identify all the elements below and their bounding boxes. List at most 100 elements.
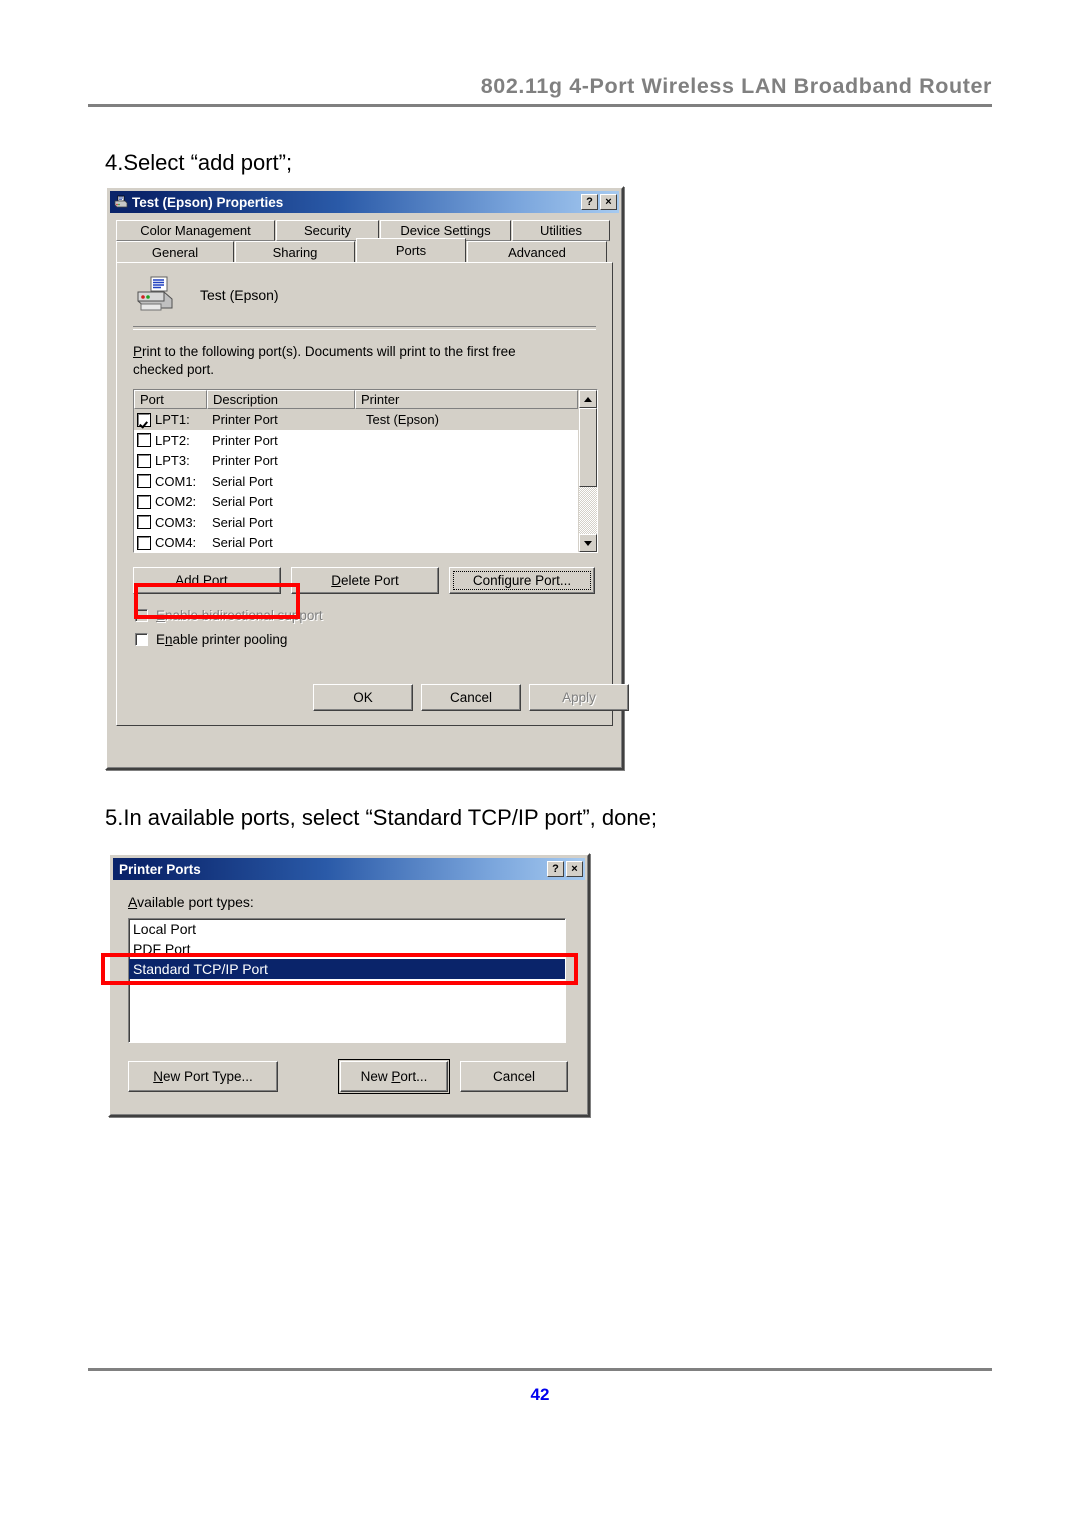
column-header-printer[interactable]: Printer [355, 390, 578, 410]
cell-description: Printer Port [212, 412, 278, 428]
available-port-types-list[interactable]: Local Port PDF Port Standard TCP/IP Port [128, 918, 566, 1043]
apply-button: Apply [529, 684, 629, 711]
table-row[interactable]: COM1: Serial Port [134, 471, 578, 492]
enable-printer-pooling-checkbox[interactable] [135, 633, 148, 646]
list-item[interactable]: Standard TCP/IP Port [129, 959, 565, 979]
enable-bidirectional-support-checkbox-row[interactable]: Enable bidirectional support [135, 608, 612, 623]
tab-general[interactable]: General [116, 241, 234, 262]
pooling-label-post: able printer pooling [172, 632, 288, 647]
pooling-label-pre: E [156, 632, 166, 647]
table-row[interactable]: LPT3: Printer Port [134, 450, 578, 471]
table-row[interactable]: COM3: Serial Port [134, 512, 578, 533]
delete-port-label: elete Port [340, 573, 399, 588]
port-type-label: PDF Port [133, 941, 191, 957]
port-checkbox[interactable] [137, 412, 151, 427]
ok-button[interactable]: OK [313, 684, 413, 711]
tab-label: Device Settings [400, 223, 491, 238]
table-row[interactable]: LPT2: Printer Port [134, 430, 578, 451]
port-type-label: Standard TCP/IP Port [133, 961, 268, 977]
new-port-type-button[interactable]: New Port Type... [128, 1061, 278, 1092]
tab-label: Advanced [508, 244, 566, 260]
column-header-description[interactable]: Description [207, 390, 355, 410]
port-checkbox[interactable] [137, 494, 151, 509]
ports-listview[interactable]: Port Description Printer LPT1: Printer P… [133, 389, 598, 554]
enable-bidirectional-support-checkbox[interactable] [135, 609, 148, 622]
scrollbar-track[interactable] [579, 408, 597, 535]
ports-scrollbar[interactable] [578, 390, 597, 553]
properties-titlebar: Test (Epson) Properties ? × [110, 191, 619, 213]
tab-label: General [151, 244, 199, 260]
configure-port-button[interactable]: Configure Port... [449, 567, 595, 594]
help-button[interactable]: ? [581, 194, 598, 210]
scroll-up-icon[interactable] [579, 390, 597, 409]
port-checkbox[interactable] [137, 474, 151, 489]
pooling-accel: n [165, 632, 173, 647]
cell-port: LPT1: [155, 412, 190, 428]
bidi-label: nable bidirectional support [165, 608, 323, 623]
tab-ports[interactable]: Ports [356, 238, 466, 262]
help-button[interactable]: ? [547, 861, 564, 877]
cancel-button[interactable]: Cancel [421, 684, 521, 711]
properties-title-text: Test (Epson) Properties [132, 194, 284, 210]
scrollbar-thumb[interactable] [579, 408, 597, 487]
printer-ports-buttons: New Port Type... New Port... Cancel [128, 1059, 568, 1094]
tab-utilities[interactable]: Utilities [512, 220, 610, 241]
ports-listview-header: Port Description Printer [134, 390, 578, 410]
table-row[interactable]: LPT1: Printer Port Test (Epson) [134, 409, 578, 430]
new-port-label-post: ort... [400, 1069, 428, 1084]
available-ports-accel: A [128, 894, 138, 910]
add-port-label-pre: Add Por [175, 573, 224, 588]
tab-label: Utilities [540, 223, 582, 238]
footer-divider [88, 1368, 992, 1371]
port-checkbox[interactable] [137, 515, 151, 530]
close-icon[interactable]: × [600, 194, 617, 210]
printer-identity-row: Test (Epson) [117, 263, 612, 314]
add-port-label-post: ... [227, 573, 239, 588]
properties-tabstrip: Color Management Security Device Setting… [116, 220, 613, 262]
new-port-label-pre: New [360, 1069, 392, 1084]
new-port-button[interactable]: New Port... [338, 1059, 450, 1094]
cell-description: Serial Port [212, 535, 273, 551]
printer-icon [134, 276, 178, 314]
tab-color-management[interactable]: Color Management [116, 220, 275, 241]
list-item[interactable]: PDF Port [129, 939, 565, 959]
delete-port-accel: D [331, 573, 341, 588]
scroll-down-icon[interactable] [579, 534, 597, 553]
close-icon[interactable]: × [566, 861, 583, 877]
port-checkbox[interactable] [137, 453, 151, 468]
tab-label: Ports [395, 243, 427, 258]
instruction-line-2: checked port. [133, 362, 215, 378]
cell-printer: Test (Epson) [366, 412, 439, 428]
new-port-type-accel: N [153, 1069, 163, 1084]
ports-listview-body: Port Description Printer LPT1: Printer P… [134, 390, 578, 552]
tab-sharing[interactable]: Sharing [235, 241, 355, 262]
cell-description: Printer Port [212, 432, 278, 448]
port-type-label: Local Port [133, 921, 197, 937]
cell-description: Serial Port [212, 494, 273, 510]
port-checkbox[interactable] [137, 433, 151, 448]
add-port-button[interactable]: Add Port... [133, 567, 281, 594]
table-row[interactable]: COM4: Serial Port [134, 532, 578, 553]
table-row[interactable]: COM2: Serial Port [134, 491, 578, 512]
cancel-button[interactable]: Cancel [460, 1061, 568, 1092]
port-checkbox[interactable] [137, 535, 151, 550]
instruction-accel: P [133, 344, 143, 359]
tab-label: Color Management [140, 223, 251, 238]
apply-label: Apply [562, 690, 596, 705]
printer-properties-dialog: Test (Epson) Properties ? × Color Manage… [105, 186, 629, 770]
new-port-type-label: ew Port Type... [162, 1069, 253, 1084]
ok-label: OK [353, 690, 373, 705]
tab-advanced[interactable]: Advanced [467, 241, 607, 262]
printer-ports-title-text: Printer Ports [119, 861, 201, 877]
printer-name-label: Test (Epson) [200, 287, 279, 303]
list-item[interactable]: Local Port [129, 919, 565, 939]
cell-port: LPT3: [155, 453, 190, 469]
cell-port: COM1: [155, 473, 197, 489]
ports-tab-panel: Test (Epson) Print to the following port… [116, 262, 613, 726]
column-header-port[interactable]: Port [134, 390, 207, 410]
port-action-buttons: Add Port... Delete Port Configure Port..… [133, 567, 595, 594]
delete-port-button[interactable]: Delete Port [291, 567, 439, 594]
enable-printer-pooling-checkbox-row[interactable]: Enable printer pooling [135, 632, 612, 647]
tab-label: Security [304, 223, 351, 238]
printer-icon [113, 194, 129, 210]
